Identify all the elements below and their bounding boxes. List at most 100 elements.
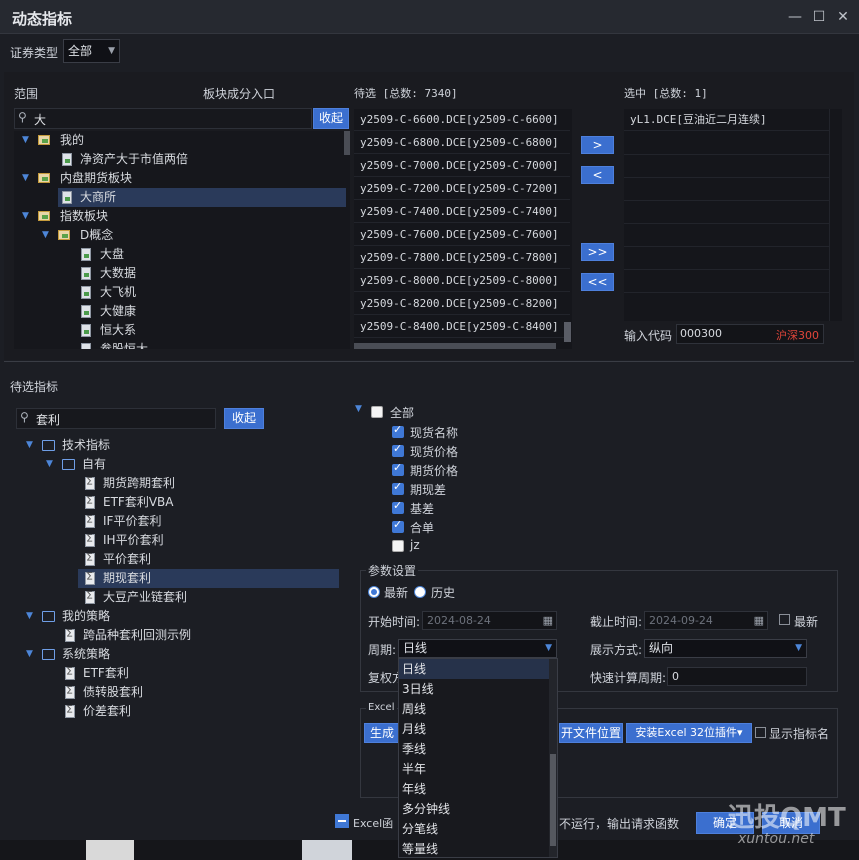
period-option[interactable]: 多分钟线: [399, 799, 549, 819]
indicator-item[interactable]: IH平价套利: [103, 531, 164, 550]
tree-node-tech[interactable]: 技术指标: [62, 436, 110, 455]
fields-toggle-icon[interactable]: ▼: [355, 404, 362, 414]
scope-scrollbar[interactable]: [344, 131, 350, 155]
selected-list[interactable]: yL1.DCE[豆油近二月连续]: [624, 109, 842, 321]
field-checkbox[interactable]: [392, 461, 404, 476]
period-dropdown[interactable]: 日线 3日线 周线 月线 季线 半年 年线 多分钟线 分笔线 等量线: [398, 658, 558, 858]
list-item[interactable]: y2509-C-7000.DCE[y2509-C-7000]: [354, 155, 570, 177]
period-option[interactable]: 半年: [399, 759, 549, 779]
candidates-vscrollbar[interactable]: [564, 322, 571, 342]
quick-period-input[interactable]: 0: [667, 667, 807, 686]
maximize-icon[interactable]: ☐: [808, 6, 830, 28]
tree-node-system[interactable]: 系统策略: [62, 645, 110, 664]
indicator-item[interactable]: ETF套利VBA: [103, 493, 173, 512]
title-bar: [0, 0, 859, 34]
indicator-item[interactable]: 大豆产业链套利: [103, 588, 187, 607]
end-latest-checkbox[interactable]: [779, 614, 790, 625]
period-option[interactable]: 3日线: [399, 679, 549, 699]
tree-leaf[interactable]: 大飞机: [100, 283, 136, 302]
latest-radio[interactable]: [368, 586, 380, 598]
list-item[interactable]: y2509-C-7600.DCE[y2509-C-7600]: [354, 224, 570, 246]
field-checkbox[interactable]: [392, 442, 404, 457]
tree-node-strategy[interactable]: 我的策略: [62, 607, 110, 626]
tree-leaf[interactable]: 大健康: [100, 302, 136, 321]
list-item[interactable]: y2509-C-7400.DCE[y2509-C-7400]: [354, 201, 570, 223]
list-item[interactable]: y2509-C-8400.DCE[y2509-C-8400]: [354, 316, 570, 338]
indicator-item[interactable]: 价差套利: [83, 702, 131, 721]
show-name-label: 显示指标名: [769, 727, 830, 741]
start-time-input[interactable]: 2024-08-24 ▦: [422, 611, 557, 630]
tree-node-own[interactable]: 自有: [82, 455, 106, 474]
security-type-select[interactable]: 全部 ▼: [63, 39, 120, 63]
period-option[interactable]: 周线: [399, 699, 549, 719]
list-item[interactable]: y2509-C-6800.DCE[y2509-C-6800]: [354, 132, 570, 154]
scope-collapse-button[interactable]: 收起: [313, 108, 349, 129]
field-checkbox[interactable]: [392, 540, 404, 552]
period-option[interactable]: 分笔线: [399, 819, 549, 839]
indicator-item[interactable]: 跨品种套利回测示例: [83, 626, 191, 645]
indicator-item[interactable]: ETF套利: [83, 664, 129, 683]
params-title: 参数设置: [366, 562, 419, 579]
no-run-note: 不运行，输出请求函数: [559, 817, 680, 831]
tree-node-dce-selected[interactable]: 大商所: [80, 188, 116, 207]
display-mode-select[interactable]: 纵向 ▼: [644, 639, 807, 658]
end-time-input[interactable]: 2024-09-24 ▦: [644, 611, 768, 630]
code-input[interactable]: 000300 沪深300: [676, 324, 824, 344]
period-option[interactable]: 等量线: [399, 839, 549, 859]
field-label: jz: [410, 538, 420, 552]
close-icon[interactable]: ✕: [832, 6, 854, 28]
indicator-search-input[interactable]: ⚲ 套利: [16, 408, 216, 429]
list-item[interactable]: yL1.DCE[豆油近二月连续]: [624, 109, 829, 131]
show-name-checkbox[interactable]: [755, 727, 766, 738]
period-option[interactable]: 月线: [399, 719, 549, 739]
indicator-item[interactable]: 期货跨期套利: [103, 474, 175, 493]
field-checkbox[interactable]: [392, 423, 404, 438]
period-option[interactable]: 季线: [399, 739, 549, 759]
scope-search-input[interactable]: ⚲ 大: [14, 108, 312, 129]
indicator-item[interactable]: 平价套利: [103, 550, 151, 569]
indicator-item[interactable]: 债转股套利: [83, 683, 143, 702]
taskbar-icon: [302, 840, 352, 860]
sector-entry-label[interactable]: 板块成分入口: [203, 85, 275, 102]
search-icon: ⚲: [20, 410, 29, 424]
list-item[interactable]: y2509-C-6600.DCE[y2509-C-6600]: [354, 109, 570, 131]
field-checkbox[interactable]: [392, 499, 404, 514]
tree-leaf[interactable]: 大数据: [100, 264, 136, 283]
security-type-label: 证券类型: [10, 46, 59, 60]
remove-button[interactable]: <: [581, 166, 614, 184]
excel-option-checkbox[interactable]: [335, 814, 349, 828]
candidates-hscrollbar[interactable]: [354, 343, 556, 349]
history-radio[interactable]: [414, 586, 426, 598]
minimize-icon[interactable]: —: [784, 6, 806, 28]
field-checkbox[interactable]: [392, 480, 404, 495]
tree-node-dconcept[interactable]: D概念: [80, 226, 113, 245]
field-checkbox[interactable]: [392, 518, 404, 533]
list-item[interactable]: y2509-C-7200.DCE[y2509-C-7200]: [354, 178, 570, 200]
generate-function-button[interactable]: 生成函: [364, 723, 400, 743]
candidates-list[interactable]: y2509-C-6600.DCE[y2509-C-6600] y2509-C-6…: [354, 109, 572, 349]
tree-leaf[interactable]: 恒大系: [100, 321, 136, 340]
add-button[interactable]: >: [581, 136, 614, 154]
period-option[interactable]: 日线: [399, 659, 549, 679]
open-file-location-button[interactable]: 开文件位置: [559, 723, 623, 743]
display-mode-label: 展示方式:: [590, 643, 643, 657]
list-item[interactable]: y2509-C-8000.DCE[y2509-C-8000]: [354, 270, 570, 292]
tree-node-futures[interactable]: 内盘期货板块: [60, 169, 132, 188]
list-item[interactable]: y2509-C-8200.DCE[y2509-C-8200]: [354, 293, 570, 315]
period-option[interactable]: 年线: [399, 779, 549, 799]
add-all-button[interactable]: >>: [581, 243, 614, 261]
tree-node-index[interactable]: 指数板块: [60, 207, 108, 226]
indicator-item-selected[interactable]: 期现套利: [103, 569, 151, 588]
dropdown-scrollbar-thumb[interactable]: [550, 754, 556, 846]
remove-all-button[interactable]: <<: [581, 273, 614, 291]
indicator-collapse-button[interactable]: 收起: [224, 408, 264, 429]
tree-leaf[interactable]: 参股恒大: [100, 340, 148, 349]
tree-node-mine-child[interactable]: 净资产大于市值两倍: [80, 150, 188, 169]
list-item[interactable]: y2509-C-7800.DCE[y2509-C-7800]: [354, 247, 570, 269]
tree-node-mine[interactable]: 我的: [60, 131, 84, 150]
period-select[interactable]: 日线 ▼: [398, 639, 557, 658]
fields-all-checkbox[interactable]: [371, 406, 383, 418]
indicator-item[interactable]: IF平价套利: [103, 512, 161, 531]
tree-leaf[interactable]: 大盘: [100, 245, 124, 264]
install-excel-plugin-button[interactable]: 安装Excel 32位插件▾: [626, 723, 752, 743]
